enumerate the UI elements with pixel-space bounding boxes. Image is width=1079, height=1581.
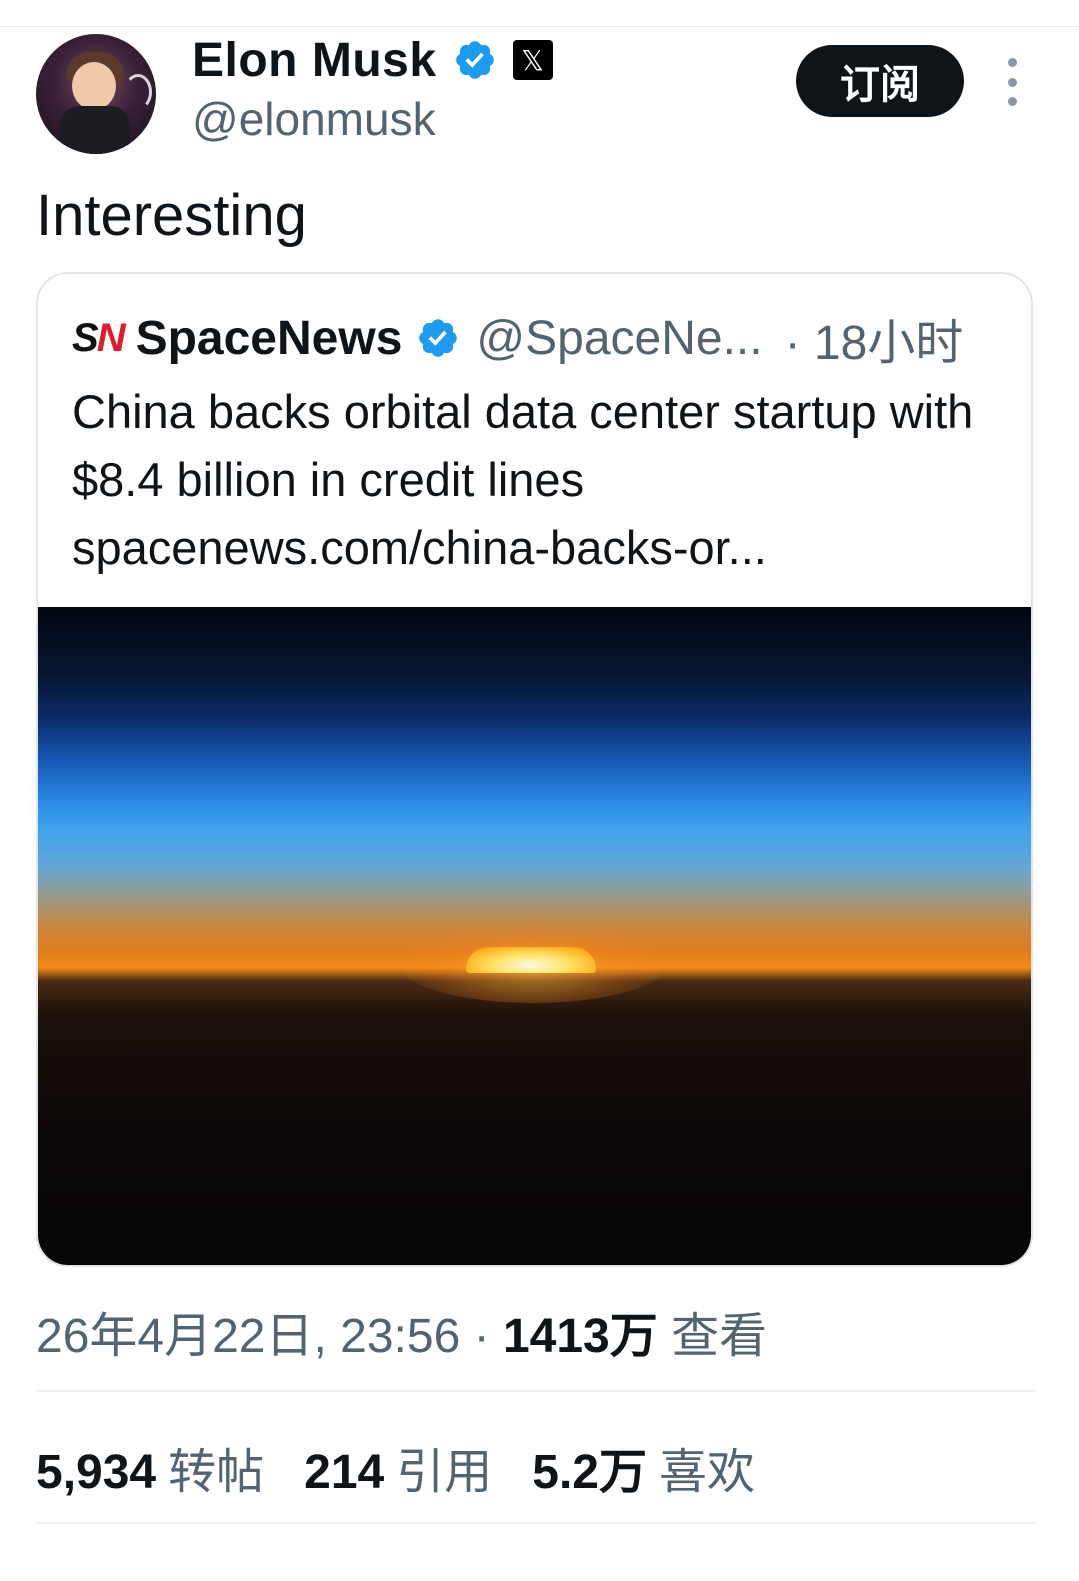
logo-letter-n: N	[96, 315, 126, 360]
stat-count: 5,934	[36, 1446, 157, 1499]
top-divider	[0, 26, 1079, 27]
verified-badge-icon	[455, 41, 494, 79]
more-vertical-icon[interactable]	[996, 58, 1028, 106]
more-dot	[1007, 58, 1017, 67]
verified-badge-icon	[419, 319, 458, 357]
tweet-meta: 26年4月22日, 23:56 · 1413万 查看	[36, 1296, 767, 1366]
author-name-row: Elon Musk 𝕏	[192, 32, 553, 88]
quote-author-name: SpaceNews	[135, 311, 403, 365]
likes-stat[interactable]: 5.2万 喜欢	[532, 1432, 755, 1502]
spacenews-logo-icon: S N	[72, 315, 126, 361]
quote-timestamp: · 18小时	[784, 317, 964, 370]
sun	[466, 947, 596, 973]
avatar-smoke	[124, 74, 152, 110]
logo-letter-s: S	[72, 315, 99, 360]
x-logo-icon: 𝕏	[512, 40, 553, 80]
stat-count: 214	[304, 1446, 385, 1499]
views-count: 1413万	[502, 1310, 658, 1363]
reposts-stat[interactable]: 5,934 转帖	[36, 1432, 264, 1502]
quotes-stat[interactable]: 214 引用	[304, 1432, 492, 1502]
stat-label: 转帖	[168, 1446, 265, 1499]
stat-label: 喜欢	[658, 1446, 755, 1499]
meta-divider	[36, 1390, 1035, 1392]
engagement-stats: 5,934 转帖 214 引用 5.2万 喜欢	[36, 1432, 795, 1502]
author-name[interactable]: Elon Musk	[192, 33, 437, 88]
tweet-datetime[interactable]: 26年4月22日, 23:56 ·	[36, 1310, 503, 1363]
views-label: 查看	[657, 1310, 768, 1363]
quote-tweet-card[interactable]: S N SpaceNews @SpaceNe... · 18小时 China b…	[36, 272, 1033, 1267]
stat-count: 5.2万	[532, 1446, 647, 1499]
avatar-body	[60, 106, 130, 154]
tweet-detail-page: Elon Musk 𝕏 @elonmusk 订阅 Interesting S N…	[0, 0, 1079, 1581]
subscribe-button[interactable]: 订阅	[796, 45, 964, 117]
quote-text: China backs orbital data center startup …	[72, 385, 974, 506]
quote-header: S N SpaceNews @SpaceNe... · 18小时	[72, 308, 963, 371]
more-dot	[1007, 77, 1017, 87]
quote-link[interactable]: spacenews.com/china-backs-or...	[72, 514, 767, 582]
stat-label: 引用	[396, 1446, 493, 1499]
author-avatar[interactable]	[36, 34, 156, 154]
more-dot	[1007, 97, 1017, 106]
author-handle[interactable]: @elonmusk	[192, 92, 436, 146]
stats-divider	[36, 1522, 1035, 1524]
quote-author-handle: @SpaceNe...	[476, 311, 763, 365]
tweet-text: Interesting	[36, 183, 307, 248]
sunrise-over-earth-from-orbit-image[interactable]	[38, 607, 1031, 1265]
avatar-face	[72, 62, 116, 110]
